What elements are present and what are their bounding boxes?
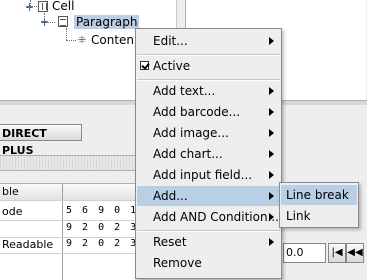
- menu-item-reset[interactable]: Reset: [137, 232, 280, 252]
- menu-item-active[interactable]: Active: [137, 56, 280, 76]
- table-row[interactable]: ble: [0, 184, 135, 201]
- tree-connector: [66, 40, 76, 41]
- submenu-arrow-icon: [269, 150, 274, 158]
- submenu-arrow-icon: [269, 129, 274, 137]
- menu-item-add-barcode[interactable]: Add barcode...: [137, 102, 280, 122]
- tree-node-content[interactable]: Conten: [91, 33, 134, 47]
- menu-item-label: Add...: [153, 189, 188, 203]
- table-cell-label: Readable: [2, 238, 54, 251]
- menu-item-add-input-field[interactable]: Add input field...: [137, 165, 280, 185]
- submenu-item-line-break[interactable]: Line break: [281, 185, 357, 205]
- menu-item-label: Add image...: [153, 126, 229, 140]
- checkbox-icon: [140, 61, 149, 70]
- table-row[interactable]: ode 5 6 9 0 1: [0, 204, 139, 221]
- menu-item-add-and-condition[interactable]: Add AND Condition...: [137, 207, 280, 227]
- menu-item-label: Active: [153, 59, 191, 73]
- first-page-button[interactable]: |◀: [328, 243, 346, 263]
- menu-item-label: Edit...: [153, 34, 188, 48]
- menu-item-label: Add AND Condition...: [153, 210, 279, 224]
- cell-node-icon: [38, 1, 48, 12]
- menu-item-label: Remove: [153, 256, 202, 270]
- submenu-arrow-icon: [269, 192, 274, 200]
- content-node-icon: ⁜: [77, 35, 87, 46]
- zoom-spinner-field[interactable]: 0.0: [283, 243, 326, 263]
- menu-item-label: Add chart...: [153, 147, 223, 161]
- context-menu: Edit... Active Add text... Add barcode..…: [135, 28, 282, 279]
- menu-item-add-text[interactable]: Add text...: [137, 81, 280, 101]
- table-cell-label: ode: [2, 205, 23, 218]
- submenu-arrow-icon: [269, 171, 274, 179]
- horizontal-scrollbar[interactable]: [0, 155, 135, 171]
- menu-item-add-chart[interactable]: Add chart...: [137, 144, 280, 164]
- submenu-arrow-icon: [269, 213, 274, 221]
- menu-item-edit[interactable]: Edit...: [137, 31, 280, 51]
- submenu-item-link[interactable]: Link: [281, 206, 357, 226]
- submenu-arrow-icon: [269, 238, 274, 246]
- tree-node-cell[interactable]: Cell: [52, 0, 74, 13]
- paragraph-node-icon: [58, 16, 68, 27]
- tree-connector: [31, 6, 37, 7]
- add-submenu: Line break Link: [279, 182, 359, 228]
- tree-connector: [45, 22, 55, 23]
- menu-item-remove[interactable]: Remove: [137, 253, 280, 273]
- table-cell-value: 5 6 9 0 1: [66, 205, 139, 216]
- menu-item-add-image[interactable]: Add image...: [137, 123, 280, 143]
- menu-item-add[interactable]: Add...: [137, 186, 280, 206]
- submenu-arrow-icon: [269, 87, 274, 95]
- menu-item-label: Reset: [153, 235, 187, 249]
- submenu-arrow-icon: [269, 37, 274, 45]
- table-cell-label: ble: [2, 185, 19, 198]
- previous-page-button[interactable]: ◀◀: [346, 243, 364, 263]
- table-row[interactable]: Readable 9 2 0 2 3 9: [0, 237, 152, 254]
- menu-item-label: Add text...: [153, 84, 216, 98]
- direct-plus-button[interactable]: DIRECT PLUS: [0, 124, 82, 157]
- submenu-arrow-icon: [269, 108, 274, 116]
- submenu-item-label: Line break: [286, 188, 349, 202]
- submenu-item-label: Link: [286, 209, 311, 223]
- barcode-table: ble ode 5 6 9 0 1 9 2 0 2 3 9 0 Readable…: [0, 183, 168, 280]
- first-page-icon: |◀: [331, 247, 343, 258]
- tree-node-paragraph[interactable]: Paragraph: [74, 15, 140, 29]
- menu-item-label: Add input field...: [153, 168, 253, 182]
- tree-connector: [66, 28, 67, 40]
- table-row[interactable]: 9 2 0 2 3 9 0: [0, 221, 168, 238]
- menu-item-label: Add barcode...: [153, 105, 241, 119]
- previous-page-icon: ◀◀: [347, 247, 363, 258]
